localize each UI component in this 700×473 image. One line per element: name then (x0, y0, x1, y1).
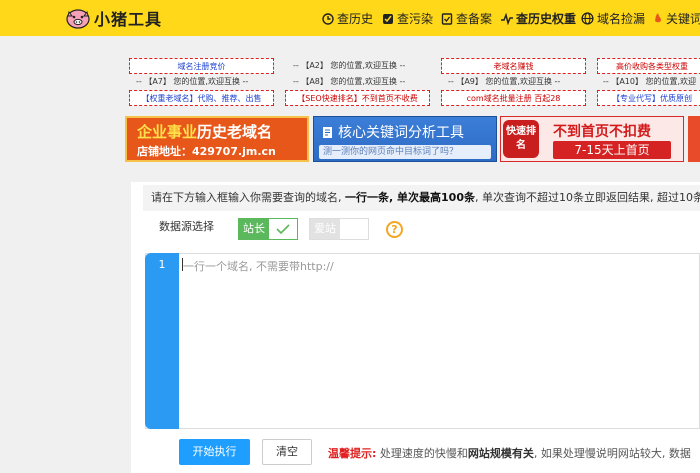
input-notice: 请在下方输入框输入你需要查询的域名, 一行一条, 单次最高100条, 单次查询不… (143, 185, 700, 211)
nav-weight-label: 查历史权重 (516, 12, 577, 26)
nav-record-label: 查备案 (456, 12, 493, 26)
history-icon (322, 12, 334, 25)
logo[interactable]: 小猪工具 (66, 7, 162, 29)
fast-rank-badge: 快速排名 (503, 120, 539, 158)
nav-history[interactable]: 查历史 (322, 10, 373, 27)
nav-record[interactable]: 查备案 (441, 10, 492, 27)
top-bar: 小猪工具 查历史 查污染 查备案 查历史权重 域名捡漏 关键词 (0, 0, 700, 36)
brand-name: 小猪工具 (94, 10, 163, 29)
line-number-gutter: 1 (145, 253, 179, 429)
textarea-placeholder: 一行一个域名, 不需要带http:// (183, 260, 334, 273)
clear-button[interactable]: 清空 (262, 439, 312, 465)
domain-textarea[interactable] (145, 253, 700, 429)
nav-domain-snatch-label: 域名捡漏 (597, 12, 646, 26)
banner3-title: 不到首页不扣费 (553, 124, 651, 140)
source-option-zhanzhang[interactable]: 站长 (238, 218, 298, 240)
ad-a8[interactable]: -- 【A8】 您的位置,欢迎互换 -- (293, 74, 405, 89)
banner-old-domain[interactable]: 企业事业历史老域名 店铺地址：429707.jm.cn (125, 116, 309, 162)
banner-fast-rank[interactable]: 快速排名 不到首页不扣费 7-15天上首页 (500, 116, 684, 162)
weight-icon (501, 12, 513, 25)
banner1-subtitle: 店铺地址：429707.jm.cn (137, 145, 276, 158)
banner2-title: 核心关键词分析工具 (322, 122, 464, 142)
data-source-label: 数据源选择 (159, 220, 214, 233)
globe-icon (581, 12, 594, 25)
keyword-icon (655, 13, 661, 23)
source-option-aizhan[interactable]: 爱站 (309, 218, 369, 240)
start-button[interactable]: 开始执行 (179, 439, 250, 465)
banner-partial[interactable] (688, 116, 700, 162)
nav-pollution[interactable]: 查污染 (382, 10, 433, 27)
nav-keyword-label: 关键词 (666, 12, 700, 26)
ad-a9[interactable]: -- 【A9】 您的位置,欢迎互换 -- (448, 74, 560, 89)
source-option-zhanzhang-label: 站长 (239, 219, 269, 239)
pollution-icon (383, 13, 393, 24)
nav-weight[interactable]: 查历史权重 (501, 10, 576, 27)
ad-seo-rank[interactable]: 【SEO快速排名】不到首页不收费 (285, 90, 430, 106)
ad-a2[interactable]: -- 【A2】 您的位置,欢迎互换 -- (293, 58, 405, 73)
document-icon (323, 126, 332, 138)
nav-pollution-label: 查污染 (397, 12, 434, 26)
ad-old-domain[interactable]: 老域名赚钱 (441, 58, 586, 74)
tip-text: 温馨提示: 处理速度的快慢和网站规模有关, 如果处理慢说明网站较大, 数据 (328, 447, 691, 460)
banner3-subtitle: 7-15天上首页 (553, 141, 671, 159)
nav-history-label: 查历史 (337, 12, 374, 26)
pig-logo-icon (66, 9, 90, 29)
ad-a7[interactable]: -- 【A7】 您的位置,欢迎互换 -- (136, 74, 248, 89)
ad-writing[interactable]: 【专业代写】优质原创 (597, 90, 700, 106)
ad-com-register[interactable]: com域名批量注册 百起28 (441, 90, 586, 106)
line-number: 1 (158, 258, 166, 271)
ad-domain-auction[interactable]: 域名注册竞价 (129, 58, 274, 74)
banner1-title: 企业事业历史老域名 (137, 123, 273, 141)
banner2-subtitle: 测一测你的网页命中目标词了吗？ (319, 145, 491, 159)
banner-keyword-tool[interactable]: 核心关键词分析工具 测一测你的网页命中目标词了吗？ (313, 116, 497, 162)
ad-weight-domain[interactable]: 【权重老域名】代购、推荐、出售 (129, 90, 274, 106)
check-icon (269, 219, 297, 239)
ad-weight-buy[interactable]: 高价收购各类型权重 (597, 58, 700, 74)
record-icon (441, 12, 453, 25)
nav-keyword[interactable]: 关键词 (653, 10, 700, 27)
nav-domain-snatch[interactable]: 域名捡漏 (581, 10, 645, 27)
help-icon[interactable]: ? (386, 221, 403, 238)
ad-a10[interactable]: -- 【A10】 您的位置,欢迎 (603, 74, 696, 89)
source-option-aizhan-label: 爱站 (310, 219, 340, 239)
